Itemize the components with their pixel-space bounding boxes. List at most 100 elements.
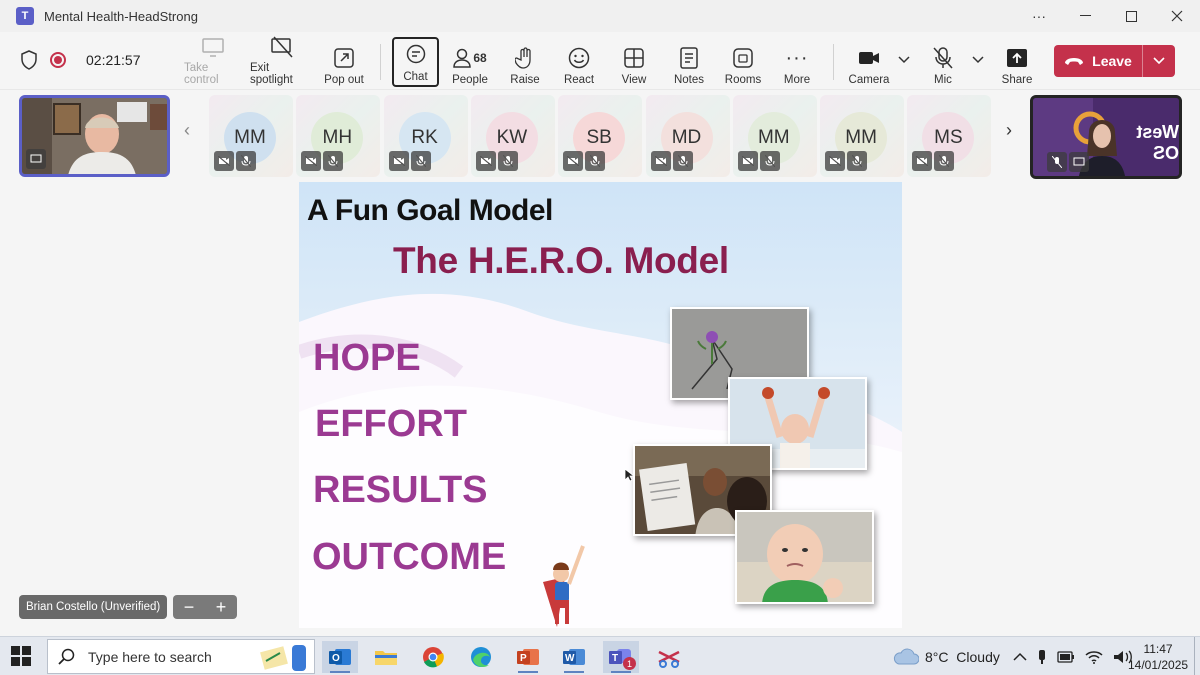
camera-button[interactable]: Camera xyxy=(848,38,890,86)
participant-tile[interactable]: MS xyxy=(907,95,992,177)
taskbar-chrome[interactable] xyxy=(415,641,451,673)
participant-tile[interactable]: SB xyxy=(558,95,643,177)
taskbar-clock[interactable]: 11:47 14/01/2025 xyxy=(1128,641,1188,673)
notes-button[interactable]: Notes xyxy=(672,38,706,86)
weather-widget[interactable]: 8°C Cloudy xyxy=(893,637,1000,675)
svg-text:P: P xyxy=(520,653,527,664)
zoom-out-button[interactable]: − xyxy=(184,597,195,618)
participant-status-icons xyxy=(912,151,955,171)
weather-text: 8°C Cloudy xyxy=(925,648,1000,665)
react-button[interactable]: React xyxy=(562,38,596,86)
battery-icon[interactable] xyxy=(1057,650,1075,663)
strip-next-button[interactable]: › xyxy=(1006,120,1012,141)
participant-status-icons xyxy=(650,151,693,171)
powerpoint-icon: P xyxy=(517,649,539,665)
people-button[interactable]: 68 People xyxy=(450,38,490,86)
leave-main[interactable]: Leave xyxy=(1054,53,1142,69)
teams-notification-badge: 1 xyxy=(623,657,636,670)
taskbar-word[interactable]: W xyxy=(556,641,592,673)
camera-off-icon xyxy=(650,151,671,171)
mic-muted-icon xyxy=(672,151,693,171)
mic-options-chevron[interactable] xyxy=(969,38,987,86)
windows-taskbar: Type here to search O P W T 1 8°C Cloudy xyxy=(0,636,1200,675)
rooms-button[interactable]: Rooms xyxy=(725,38,761,86)
participant-tile[interactable]: MM xyxy=(732,95,817,177)
taskbar-teams[interactable]: T 1 xyxy=(603,641,639,673)
more-button[interactable]: ··· More xyxy=(782,38,812,87)
meeting-stage: A Fun Goal Model The H.E.R.O. Model HOPE… xyxy=(0,182,1200,632)
close-window-button[interactable] xyxy=(1154,0,1200,32)
more-options-icon[interactable]: ··· xyxy=(1016,0,1062,32)
chevron-down-icon xyxy=(1153,57,1165,65)
view-button[interactable]: View xyxy=(619,38,649,86)
minimize-button[interactable] xyxy=(1062,0,1108,32)
take-control-button[interactable]: Take control xyxy=(184,38,242,86)
presenter-name-tag: Brian Costello (Unverified) xyxy=(19,595,168,619)
participant-status-icons xyxy=(737,151,780,171)
taskbar-search-box[interactable]: Type here to search xyxy=(47,639,315,674)
participant-tile[interactable]: MD xyxy=(645,95,730,177)
show-desktop-button[interactable] xyxy=(1194,637,1200,675)
chevron-down-icon xyxy=(972,48,984,72)
shield-icon xyxy=(21,50,37,70)
taskbar-snipping-tool[interactable] xyxy=(651,641,687,673)
mic-button[interactable]: Mic xyxy=(930,38,956,86)
title-bar: T Mental Health-HeadStrong ··· xyxy=(0,0,1200,32)
mic-muted-icon xyxy=(410,151,431,171)
hand-icon xyxy=(515,46,535,70)
participant-tile[interactable]: KW xyxy=(470,95,555,177)
pop-out-button[interactable]: Pop out xyxy=(323,38,365,86)
meeting-toolbar: 02:21:57 Take control Exit spotlight Pop… xyxy=(0,32,1200,90)
wifi-icon[interactable] xyxy=(1085,650,1103,664)
chevron-up-icon[interactable] xyxy=(1013,652,1027,662)
mic-muted-icon xyxy=(759,151,780,171)
hero-word-results: RESULTS xyxy=(313,469,488,511)
leave-options-chevron[interactable] xyxy=(1143,57,1175,65)
exit-spotlight-icon xyxy=(271,36,293,58)
share-button[interactable]: Share xyxy=(1001,38,1033,86)
usb-device-icon[interactable] xyxy=(1037,649,1047,665)
taskbar-outlook[interactable]: O xyxy=(322,641,358,673)
grid-icon xyxy=(624,46,644,70)
camera-off-icon xyxy=(825,151,846,171)
mic-muted-icon xyxy=(847,151,868,171)
zoom-in-button[interactable]: + xyxy=(216,597,227,618)
edge-icon xyxy=(471,647,491,668)
window-controls: ··· xyxy=(1016,0,1200,32)
exit-spotlight-button[interactable]: Exit spotlight xyxy=(250,36,314,86)
participant-tile[interactable]: RK xyxy=(383,95,468,177)
spotlight-video-tile[interactable]: West OS xyxy=(1030,95,1182,179)
self-video-tile[interactable] xyxy=(19,95,170,177)
participant-tile[interactable]: MM xyxy=(209,95,293,177)
mic-muted-icon xyxy=(236,151,256,171)
taskbar-powerpoint[interactable]: P xyxy=(510,641,546,673)
people-count: 68 xyxy=(473,51,487,65)
strip-prev-button[interactable]: ‹ xyxy=(184,120,190,141)
mic-muted-icon xyxy=(497,151,518,171)
cloud-icon xyxy=(893,648,919,664)
raise-hand-button[interactable]: Raise xyxy=(506,38,544,86)
toolbar-separator xyxy=(380,44,381,80)
chat-button[interactable]: Chat xyxy=(392,37,439,87)
participant-tile[interactable]: MH xyxy=(296,95,381,177)
maximize-button[interactable] xyxy=(1108,0,1154,32)
spotlight-tile-icons xyxy=(1047,152,1089,172)
camera-options-chevron[interactable] xyxy=(895,38,913,86)
start-button[interactable] xyxy=(8,643,34,669)
chevron-right-icon: › xyxy=(1006,120,1012,140)
spotlight-overlay-text: West OS xyxy=(1136,122,1179,163)
camera-off-icon xyxy=(563,151,584,171)
chrome-icon xyxy=(423,647,444,668)
taskbar-edge[interactable] xyxy=(463,641,499,673)
participant-status-icons xyxy=(301,151,344,171)
participant-status-icons xyxy=(388,151,431,171)
taskbar-file-explorer[interactable] xyxy=(368,641,404,673)
zoom-controls: − + xyxy=(173,595,237,619)
windows-logo-icon xyxy=(11,646,31,666)
toolbar-separator xyxy=(833,44,834,80)
search-icon xyxy=(58,648,75,665)
leave-button[interactable]: Leave xyxy=(1054,45,1175,77)
mic-muted-icon xyxy=(933,46,953,70)
recording-icon xyxy=(50,52,66,68)
participant-tile[interactable]: MM xyxy=(820,95,905,177)
